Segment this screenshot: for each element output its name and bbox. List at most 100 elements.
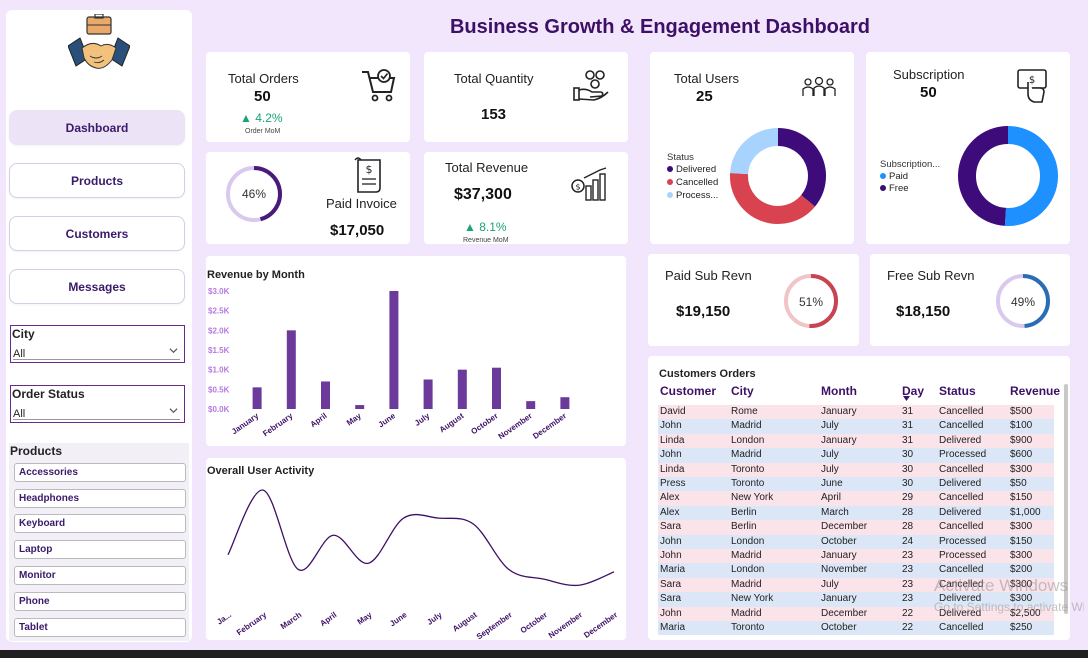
bar-may[interactable] <box>355 405 365 409</box>
product-button-laptop[interactable]: Laptop <box>14 540 186 559</box>
table-cell-revenue: $150 <box>1010 535 1033 547</box>
table-cell-customer: John <box>660 535 682 547</box>
bar-april[interactable] <box>321 381 330 409</box>
users-donut-slice-process[interactable] <box>730 128 779 175</box>
city-filter[interactable]: City All <box>10 325 185 363</box>
table-row[interactable]: Alex New York April 29 Cancelled $150 <box>658 491 1054 506</box>
table-cell-day: 31 <box>902 434 914 446</box>
order-status-filter[interactable]: Order Status All <box>10 385 185 423</box>
divider <box>13 419 180 420</box>
table-cell-customer: Sara <box>660 578 682 590</box>
product-button-tablet[interactable]: Tablet <box>14 618 186 637</box>
table-cell-customer: Maria <box>660 564 686 576</box>
legend-label: Paid <box>889 171 909 182</box>
chevron-down-icon[interactable] <box>169 346 178 355</box>
users-donut-slice-cancelled[interactable] <box>730 173 815 224</box>
x-tick-label: May <box>345 411 363 428</box>
nav-customers[interactable]: Customers <box>9 216 185 251</box>
bar-june[interactable] <box>389 291 399 409</box>
subscription-label: Subscription <box>893 67 965 82</box>
table-cell-day: 23 <box>902 564 914 576</box>
table-row[interactable]: Sara Berlin December 28 Cancelled $300 <box>658 520 1054 535</box>
bar-february[interactable] <box>286 330 296 409</box>
table-row[interactable]: Linda Toronto July 30 Cancelled $300 <box>658 462 1054 477</box>
bar-july[interactable] <box>423 379 433 410</box>
col-header-city[interactable]: City <box>731 384 754 400</box>
table-cell-city: New York <box>731 593 774 605</box>
bar-august[interactable] <box>457 369 467 409</box>
table-cell-day: 30 <box>902 449 914 461</box>
table-row[interactable]: John Madrid July 31 Cancelled $100 <box>658 419 1054 434</box>
table-cell-status: Delivered <box>939 506 982 518</box>
x-tick-label: April <box>309 411 329 429</box>
paid-invoice-label: Paid Invoice <box>326 196 397 211</box>
table-cell-city: Madrid <box>731 578 762 590</box>
bar-october[interactable] <box>492 367 501 409</box>
table-cell-city: London <box>731 434 765 446</box>
table-cell-day: 30 <box>902 463 914 475</box>
product-button-phone[interactable]: Phone <box>14 592 186 611</box>
sub-donut-slice-free[interactable] <box>958 126 1009 226</box>
bar-december[interactable] <box>560 397 570 409</box>
table-cell-status: Cancelled <box>939 406 984 417</box>
chevron-down-icon[interactable] <box>169 406 178 415</box>
svg-text:$: $ <box>575 183 580 192</box>
nav-products[interactable]: Products <box>9 163 185 198</box>
table-cell-revenue: $600 <box>1010 449 1033 461</box>
table-cell-customer: Sara <box>660 593 682 605</box>
x-tick-label: November <box>547 610 584 640</box>
col-header-revenue[interactable]: Revenue <box>1010 384 1060 400</box>
col-header-status[interactable]: Status <box>939 384 976 400</box>
table-cell-month: July <box>821 578 839 590</box>
total-users-value: 25 <box>696 88 713 105</box>
sort-descending-icon[interactable] <box>903 396 910 401</box>
col-header-month[interactable]: Month <box>821 384 857 400</box>
bar-january[interactable] <box>252 387 262 409</box>
table-row[interactable]: David Rome January 31 Cancelled $500 <box>658 405 1054 420</box>
table-cell-customer: Sara <box>660 521 682 533</box>
nav-dashboard[interactable]: Dashboard <box>9 110 185 145</box>
table-row[interactable]: Press Toronto June 30 Delivered $50 <box>658 477 1054 492</box>
paid-sub-revenue-card: Paid Sub Revn $19,150 51% <box>648 254 859 346</box>
table-cell-customer: John <box>660 550 682 561</box>
table-cell-month: July <box>821 463 839 475</box>
payment-card-hand-icon: $ <box>1017 69 1047 103</box>
svg-text:$: $ <box>1029 75 1035 86</box>
table-cell-status: Cancelled <box>939 521 984 533</box>
product-button-keyboard[interactable]: Keyboard <box>14 514 186 533</box>
legend-dot <box>667 166 673 172</box>
sidebar: Dashboard Products Customers Messages Ci… <box>6 10 192 642</box>
table-cell-status: Processed <box>939 535 987 547</box>
table-row[interactable]: Linda London January 31 Delivered $900 <box>658 433 1054 449</box>
product-button-monitor[interactable]: Monitor <box>14 566 186 585</box>
table-cell-city: Toronto <box>731 463 765 475</box>
paid-invoice-card: 46% $ Paid Invoice $17,050 <box>206 152 410 244</box>
users-legend-processed: Process... <box>667 190 718 201</box>
table-row[interactable]: John London October 24 Processed $150 <box>658 534 1054 549</box>
total-revenue-delta-label: Revenue MoM <box>463 237 509 244</box>
table-cell-day: 31 <box>902 420 914 432</box>
table-cell-city: Toronto <box>731 622 765 633</box>
table-row[interactable]: Maria Toronto October 22 Cancelled $250 <box>658 621 1054 636</box>
table-cell-status: Cancelled <box>939 492 984 504</box>
bar-november[interactable] <box>526 401 536 409</box>
table-row[interactable]: John Madrid January 23 Processed $300 <box>658 549 1054 564</box>
nav-messages[interactable]: Messages <box>9 269 185 304</box>
activity-series-line[interactable] <box>227 489 615 587</box>
product-button-accessories[interactable]: Accessories <box>14 463 186 482</box>
table-cell-month: January <box>821 434 857 446</box>
table-row[interactable]: John Madrid July 30 Processed $600 <box>658 448 1054 463</box>
activate-windows-watermark: Activate Windows <box>934 576 1069 595</box>
dashboard-app: Dashboard Products Customers Messages Ci… <box>0 0 1088 650</box>
users-donut-slice-delivered[interactable] <box>777 128 826 207</box>
subscription-value: 50 <box>920 84 937 101</box>
svg-text:$: $ <box>366 163 373 176</box>
product-button-headphones[interactable]: Headphones <box>14 489 186 508</box>
col-header-customer[interactable]: Customer <box>660 384 716 400</box>
table-cell-day: 29 <box>902 492 914 504</box>
sub-donut-slice-paid[interactable] <box>1004 126 1058 226</box>
table-cell-customer: Alex <box>660 506 680 518</box>
table-cell-day: 30 <box>902 478 914 489</box>
table-row[interactable]: Alex Berlin March 28 Delivered $1,000 <box>658 505 1054 521</box>
table-cell-city: Toronto <box>731 478 765 489</box>
